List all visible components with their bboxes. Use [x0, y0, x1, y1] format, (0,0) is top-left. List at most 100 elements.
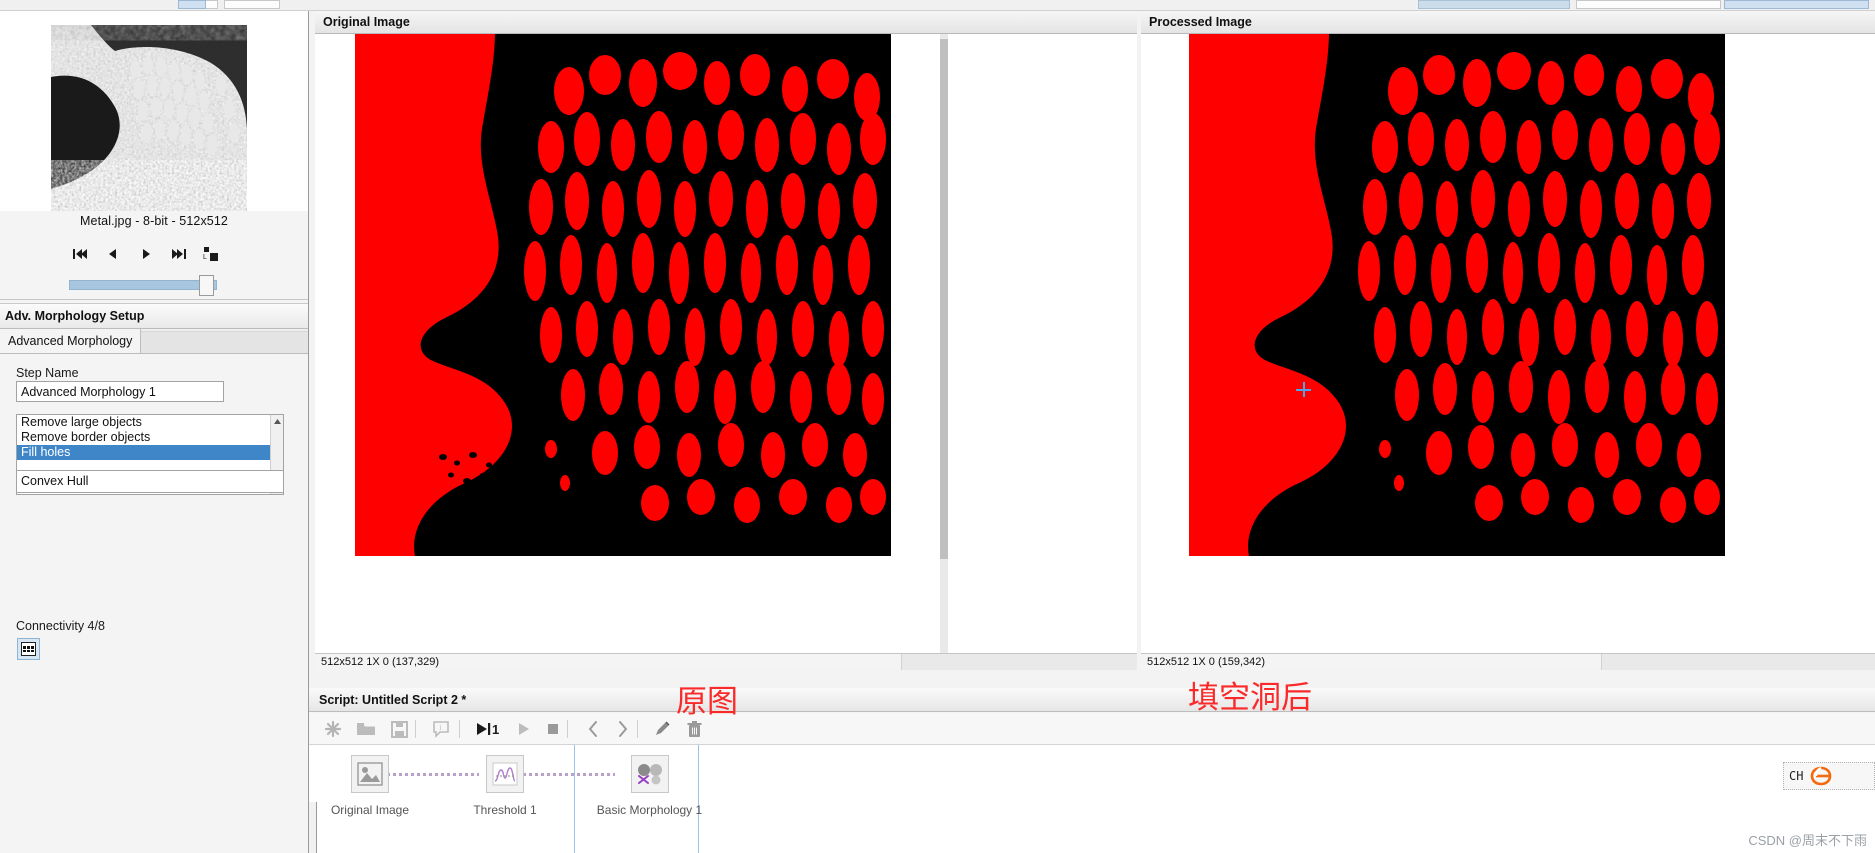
ime-language-label[interactable]: CH [1789, 769, 1803, 783]
preview-thumbnail[interactable] [51, 25, 247, 211]
status-secondary-cell [901, 654, 1137, 670]
svg-text:L: L [203, 254, 207, 261]
folder-icon [357, 723, 375, 735]
ime-language-tray[interactable]: CH [1783, 762, 1875, 790]
play-icon [519, 723, 529, 735]
frame-slider-thumb[interactable] [199, 275, 214, 296]
list-item[interactable]: Fill holes [17, 445, 283, 460]
last-frame-icon [172, 249, 186, 259]
script-panel: Script: Untitled Script 2 * i 1 Original… [309, 688, 1875, 853]
preview-thumbnail-graphic [51, 25, 247, 211]
frame-slider[interactable] [0, 274, 308, 298]
scrollbar-thumb[interactable] [940, 39, 948, 559]
new-script-button[interactable] [321, 717, 345, 741]
script-step-basic-morphology[interactable]: Basic Morphology 1 [587, 755, 712, 817]
stop-button[interactable] [541, 717, 565, 741]
script-step-threshold[interactable]: Threshold 1 [455, 755, 555, 817]
toolbar-divider-3 [567, 720, 568, 738]
play-one-icon: 1 [477, 722, 499, 737]
step-name-input[interactable] [16, 381, 224, 402]
script-panel-header: Script: Untitled Script 2 * [309, 688, 1875, 712]
step-label: Threshold 1 [473, 803, 537, 817]
step-icon-wrapper [351, 755, 389, 793]
annotation-processed: 填空洞后 [1188, 680, 1312, 716]
browser-icon[interactable] [1810, 766, 1832, 786]
script-flow-canvas[interactable]: Original Image Threshold 1 Basic Morphol… [309, 745, 1875, 853]
step-icon-wrapper [630, 755, 669, 793]
toolbar-button-2[interactable] [1724, 0, 1869, 9]
connectivity-button[interactable] [17, 638, 40, 660]
script-left-rail [309, 802, 317, 853]
original-image-bitmap[interactable] [355, 34, 891, 556]
toolbar-field-2[interactable] [224, 0, 280, 9]
step-back-button[interactable] [581, 717, 605, 741]
application-window: Metal.jpg - 8-bit - 512x512 L Adv. Morph… [0, 0, 1875, 853]
comment-icon: i [433, 720, 449, 738]
tab-advanced-morphology-label: Advanced Morphology [8, 334, 133, 348]
tab-empty-area [132, 331, 308, 353]
save-script-button[interactable] [387, 717, 411, 741]
list-item[interactable]: Remove border objects [17, 430, 283, 445]
toolbar-divider-4 [637, 720, 638, 738]
left-panel: Metal.jpg - 8-bit - 512x512 L Adv. Morph… [0, 11, 308, 853]
step-forward-button[interactable] [611, 717, 635, 741]
watermark-prefix: CSDN @ [1748, 833, 1802, 848]
run-one-step-button[interactable]: 1 [472, 717, 504, 741]
original-image-vscrollbar[interactable] [940, 34, 948, 653]
stop-icon [548, 724, 558, 734]
stack-icon: L [203, 247, 218, 261]
morphology-icon [637, 764, 662, 785]
list-item[interactable]: Remove large objects [17, 415, 283, 430]
chevron-left-icon [589, 721, 597, 737]
processed-image-graphic [1189, 34, 1725, 556]
script-step-original-image[interactable]: Original Image [320, 755, 420, 817]
annotation-original: 原图 [676, 684, 738, 720]
chevron-up-icon [274, 419, 281, 424]
toolbar-field-3[interactable] [1418, 0, 1570, 9]
processed-image-title: Processed Image [1149, 15, 1252, 29]
run-button[interactable] [512, 717, 536, 741]
secondary-operations-list[interactable]: Convex Hull [16, 470, 284, 493]
toolbar-divider-2 [459, 720, 460, 738]
toolbar-field-4[interactable] [1576, 0, 1721, 9]
processed-image-bitmap[interactable] [1189, 34, 1725, 556]
previous-frame-button[interactable] [100, 239, 126, 269]
list-item-convex-hull[interactable]: Convex Hull [17, 471, 283, 488]
connectivity-label: Connectivity 4/8 [16, 619, 105, 633]
step-icon-wrapper [486, 755, 524, 793]
panel-divider-top [0, 299, 308, 300]
setup-panel-header: Adv. Morphology Setup [0, 303, 308, 329]
next-frame-icon [143, 249, 150, 259]
original-image-statusbar: 512x512 1X 0 (137,329) [315, 653, 1137, 670]
processed-image-statusbar: 512x512 1X 0 (159,342) [1141, 653, 1875, 670]
chevron-right-icon [619, 721, 627, 737]
frame-slider-track[interactable] [69, 280, 217, 290]
tab-advanced-morphology[interactable]: Advanced Morphology [0, 329, 142, 353]
trash-icon [687, 720, 701, 737]
toolbar-button-1[interactable] [178, 0, 206, 9]
histogram-icon [492, 762, 518, 786]
open-script-button[interactable] [354, 717, 378, 741]
next-frame-button[interactable] [133, 239, 159, 269]
step-name-label: Step Name [16, 366, 79, 380]
svg-text:i: i [439, 723, 442, 732]
scroll-up-button[interactable] [271, 415, 283, 428]
toolbar-divider-1 [415, 720, 416, 738]
csdn-watermark: CSDN @周末不下雨 [1748, 830, 1867, 849]
processed-image-canvas-area[interactable] [1141, 34, 1875, 653]
stack-options-button[interactable]: L [198, 239, 224, 269]
first-frame-button[interactable] [67, 239, 93, 269]
svg-text:1: 1 [492, 722, 499, 737]
previous-frame-icon [109, 249, 116, 259]
grid-icon [21, 642, 36, 656]
watermark-author: 周末不下雨 [1801, 833, 1867, 848]
comment-button[interactable]: i [429, 717, 453, 741]
edit-step-button[interactable] [650, 717, 674, 741]
step-label: Basic Morphology 1 [596, 803, 703, 817]
last-frame-button[interactable] [166, 239, 192, 269]
status-secondary-cell [1601, 654, 1875, 670]
original-image-status-text: 512x512 1X 0 (137,329) [321, 656, 440, 668]
original-image-graphic [355, 34, 891, 556]
original-image-canvas-area[interactable] [315, 34, 1137, 653]
